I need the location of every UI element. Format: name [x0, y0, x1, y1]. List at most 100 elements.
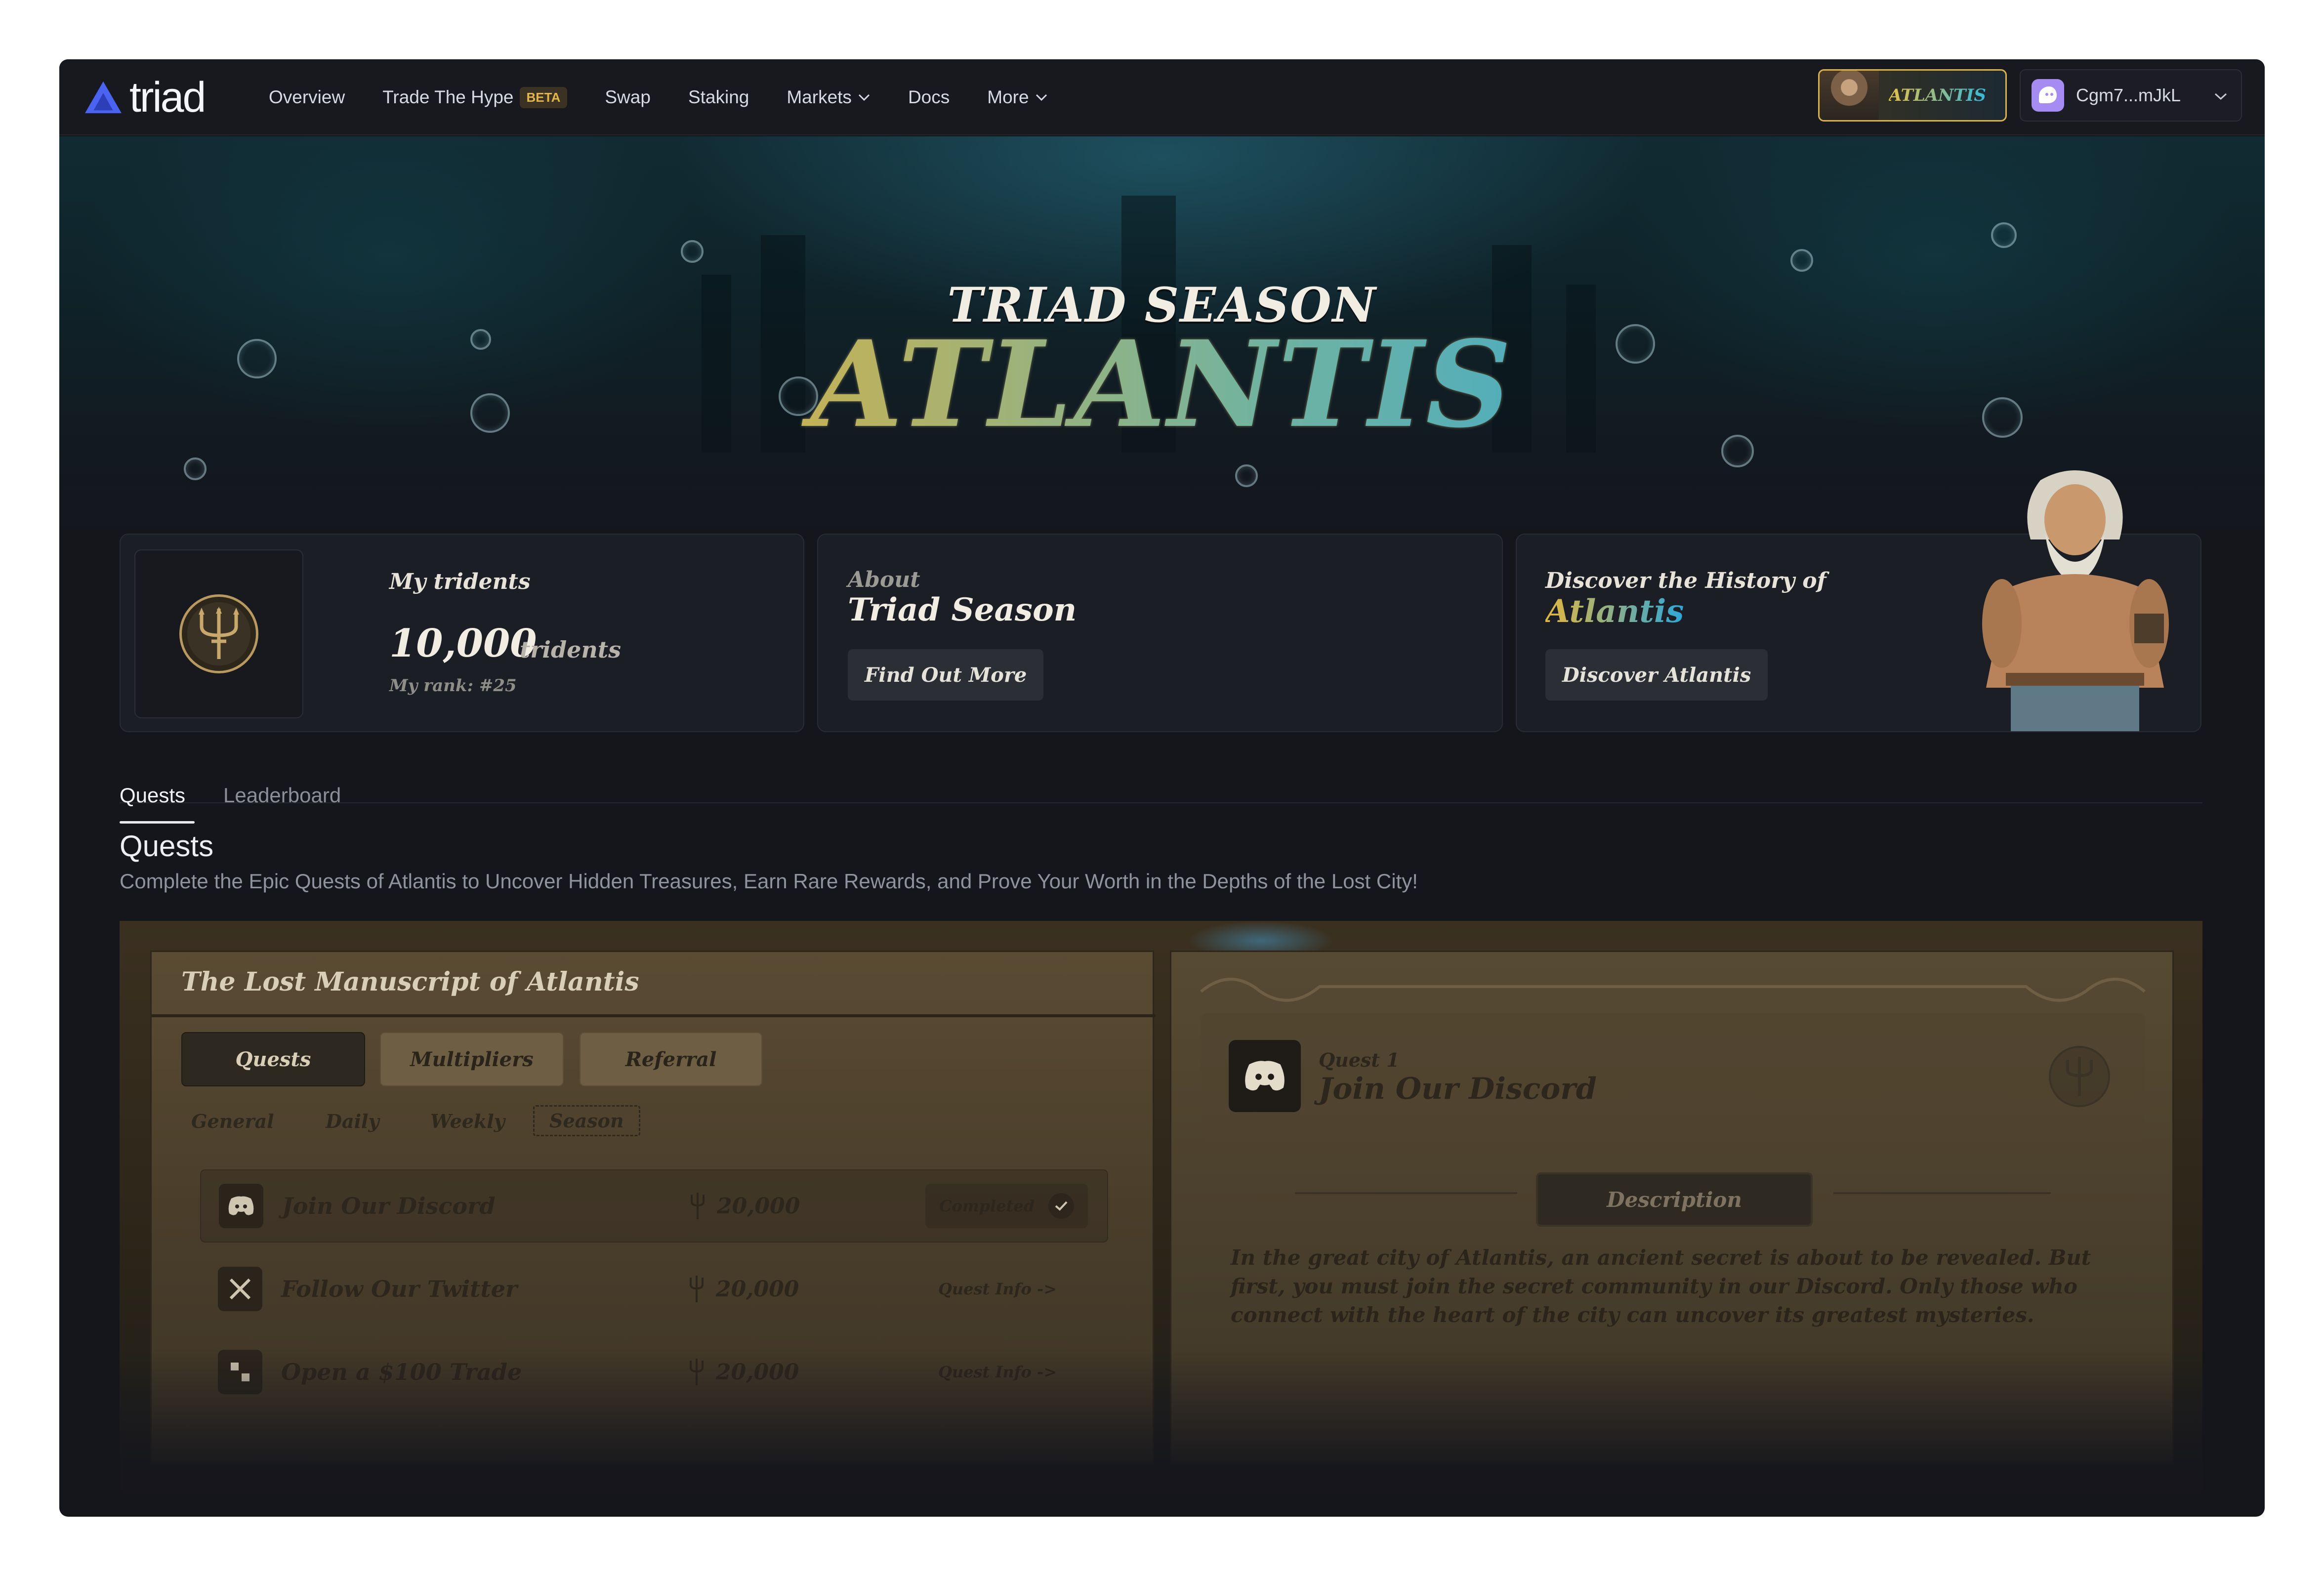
nav-docs[interactable]: Docs — [908, 87, 950, 108]
top-navbar: triad Overview Trade The Hype BETA Swap … — [59, 59, 2265, 135]
subtab-season[interactable]: Season — [533, 1105, 640, 1136]
nav-markets[interactable]: Markets — [787, 87, 871, 108]
season-button-label: ATLANTIS — [1889, 85, 1986, 105]
nav-swap[interactable]: Swap — [605, 87, 651, 108]
bubble — [1991, 222, 2017, 248]
page-tabs: Quests Leaderboard — [120, 736, 2202, 824]
bubble — [184, 457, 207, 480]
quest-detail-header: Quest 1 Join Our Discord — [1201, 1013, 2145, 1142]
subtab-general[interactable]: General — [191, 1110, 274, 1132]
quest-detail-scroll: Quest 1 Join Our Discord Description In … — [1170, 951, 2174, 1464]
nav-trade-the-hype-label: Trade The Hype — [382, 87, 514, 107]
bubble — [681, 240, 704, 263]
season-atlantis-button[interactable]: ATLANTIS — [1818, 69, 2007, 122]
quest-points: 20,000 — [689, 1276, 799, 1302]
nav-links: Overview Trade The Hype BETA Swap Stakin… — [269, 85, 1085, 110]
poseidon-illustration — [1982, 470, 2169, 731]
subtab-daily[interactable]: Daily — [326, 1110, 379, 1132]
active-tab-indicator — [120, 821, 195, 824]
triad-logo-icon — [84, 81, 122, 114]
trident-icon — [690, 1276, 704, 1302]
tab-quests[interactable]: Quests — [120, 784, 185, 807]
quest-points-value: 20,000 — [716, 1276, 799, 1302]
tab-quests-panel[interactable]: Quests — [181, 1032, 365, 1086]
phantom-wallet-icon — [2032, 79, 2064, 112]
tridents-unit: tridents — [520, 636, 621, 663]
divider — [152, 1014, 1156, 1017]
divider — [1295, 1192, 1517, 1194]
about-season-card: About Triad Season Find Out More — [817, 534, 1503, 732]
ornament-border — [1200, 978, 2146, 1002]
nav-more-label: More — [987, 87, 1029, 107]
trident-icon — [2049, 1046, 2110, 1107]
bubble — [1790, 249, 1813, 272]
quest-description-text: In the great city of Atlantis, an ancien… — [1231, 1245, 2091, 1327]
discover-label: Discover the History of — [1545, 568, 1826, 593]
trade-icon — [218, 1350, 262, 1394]
about-label: About — [848, 567, 920, 592]
poseidon-avatar — [1820, 71, 1879, 120]
quest-name: Open a $100 Trade — [281, 1359, 522, 1385]
trident-badge — [134, 549, 303, 718]
chevron-down-icon — [1036, 94, 1047, 101]
quest-points: 20,000 — [689, 1359, 799, 1385]
hero-title: ATLANTIS — [59, 325, 2265, 444]
quest-status-label: Completed — [939, 1197, 1035, 1215]
nav-more[interactable]: More — [987, 87, 1047, 108]
quests-description: Complete the Epic Quests of Atlantis to … — [120, 870, 1418, 893]
description-tab[interactable]: Description — [1536, 1172, 1813, 1227]
discover-atlantis-button[interactable]: Discover Atlantis — [1545, 649, 1768, 701]
discover-title: Atlantis — [1545, 593, 1684, 630]
discord-icon — [1229, 1040, 1301, 1112]
quest-points-value: 20,000 — [717, 1193, 800, 1219]
manuscript-scroll: The Lost Manuscript of Atlantis Quests M… — [150, 951, 1156, 1464]
trident-icon — [179, 594, 258, 673]
nav-markets-label: Markets — [787, 87, 852, 107]
nav-trade-the-hype[interactable]: Trade The Hype BETA — [382, 86, 568, 108]
manuscript-title: The Lost Manuscript of Atlantis — [181, 967, 639, 997]
bubble — [1235, 464, 1258, 487]
chevron-down-icon — [2214, 93, 2227, 100]
quest-panel: The Lost Manuscript of Atlantis Quests M… — [120, 921, 2202, 1517]
trident-icon — [690, 1359, 704, 1385]
my-tridents-card: My tridents 10,000 tridents My rank: #25 — [120, 534, 804, 732]
quest-points: 20,000 — [690, 1193, 800, 1219]
quest-number: Quest 1 — [1319, 1049, 1400, 1071]
nav-overview[interactable]: Overview — [269, 87, 345, 108]
about-title: Triad Season — [848, 591, 1077, 628]
discover-atlantis-card: Discover the History of Atlantis Discove… — [1516, 470, 2201, 732]
tab-referral[interactable]: Referral — [580, 1032, 762, 1086]
quest-row[interactable]: Join Our Discord 20,000 Completed — [200, 1169, 1108, 1243]
trident-icon — [691, 1193, 705, 1219]
beta-badge: BETA — [519, 86, 568, 108]
chevron-down-icon — [858, 94, 870, 101]
discord-icon — [219, 1184, 263, 1228]
logo-text: triad — [129, 74, 206, 121]
hero-banner: TRIAD SEASON ATLANTIS — [59, 136, 2265, 541]
find-out-more-button[interactable]: Find Out More — [848, 649, 1044, 701]
app-window: triad Overview Trade The Hype BETA Swap … — [59, 59, 2265, 1517]
tab-multipliers[interactable]: Multipliers — [380, 1032, 564, 1086]
quest-name: Follow Our Twitter — [281, 1276, 518, 1302]
my-rank: My rank: #25 — [389, 676, 517, 696]
tridents-label: My tridents — [389, 569, 531, 594]
tridents-amount: 10,000 — [389, 621, 537, 666]
x-twitter-icon — [218, 1267, 262, 1311]
triad-logo[interactable]: triad — [84, 74, 206, 121]
divider — [1833, 1192, 2051, 1194]
quests-heading: Quests — [120, 829, 214, 863]
quest-detail-title: Join Our Discord — [1319, 1072, 1597, 1106]
quest-info-link[interactable]: Quest Info -> — [924, 1267, 1071, 1311]
wallet-address: Cgm7...mJkL — [2076, 85, 2181, 105]
subtab-weekly[interactable]: Weekly — [430, 1110, 505, 1132]
check-icon — [1048, 1193, 1075, 1219]
quest-status: Completed — [925, 1184, 1088, 1228]
quest-row[interactable]: Open a $100 Trade 20,000 Quest Info -> — [200, 1335, 1108, 1409]
wallet-button[interactable]: Cgm7...mJkL — [2020, 69, 2242, 122]
tab-leaderboard[interactable]: Leaderboard — [223, 784, 341, 807]
quest-name: Join Our Discord — [282, 1193, 496, 1219]
quest-info-link[interactable]: Quest Info -> — [924, 1350, 1071, 1394]
quest-points-value: 20,000 — [716, 1359, 799, 1385]
quest-row[interactable]: Follow Our Twitter 20,000 Quest Info -> — [200, 1252, 1108, 1326]
nav-staking[interactable]: Staking — [688, 87, 749, 108]
